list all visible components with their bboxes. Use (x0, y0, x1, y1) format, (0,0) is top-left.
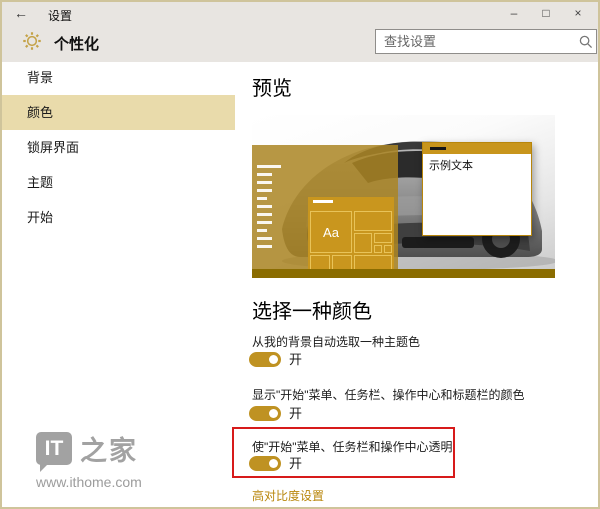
tile (384, 245, 392, 253)
window-title: 设置 (48, 7, 72, 24)
menu-line (257, 165, 281, 168)
tile (354, 233, 372, 253)
start-tiles-preview: Aa (308, 197, 394, 278)
toggle-transparency[interactable] (249, 456, 281, 471)
ithome-url: www.ithome.com (36, 474, 142, 490)
maximize-icon[interactable]: □ (530, 2, 562, 24)
tile (374, 245, 382, 253)
flyout-menu-dash (430, 147, 446, 150)
back-arrow-icon[interactable]: ← (14, 5, 28, 21)
settings-window: ← 设置 – □ × 个性化 (0, 0, 600, 509)
toggle-label-auto-accent: 从我的背景自动选取一种主题色 (252, 333, 420, 350)
window-chrome: ← 设置 – □ × 个性化 (2, 2, 598, 62)
aa-tile: Aa (310, 211, 352, 253)
toggle-label-show-color: 显示"开始"菜单、任务栏、操作中心和标题栏的颜色 (252, 386, 525, 403)
taskbar-preview (252, 269, 555, 278)
search-input[interactable] (375, 29, 597, 54)
high-contrast-settings-link[interactable]: 高对比度设置 (252, 487, 324, 504)
menu-line (257, 229, 267, 232)
sample-flyout-window: 示例文本 (422, 142, 532, 236)
menu-line (257, 205, 272, 208)
sidebar-item-start[interactable]: 开始 (2, 200, 235, 235)
toggle-state-transparency: 开 (289, 456, 302, 471)
start-menu-preview: Aa (252, 145, 398, 269)
sidebar-item-background[interactable]: 背景 (2, 60, 235, 95)
toggle-thumb (269, 355, 278, 364)
ithome-logo: IT 之家 (36, 429, 142, 468)
sidebar: 背景 颜色 锁屏界面 主题 开始 (2, 60, 235, 235)
ithome-logo-icon: IT (36, 432, 72, 465)
menu-line (257, 197, 267, 200)
tile (374, 233, 392, 243)
menu-line (257, 237, 272, 240)
toggle-auto-accent[interactable] (249, 352, 281, 367)
menu-line (257, 245, 272, 248)
menu-line (257, 221, 272, 224)
toggle-thumb (269, 409, 278, 418)
gear-icon (22, 31, 42, 56)
ithome-logo-text: 之家 (80, 429, 138, 468)
sidebar-item-themes[interactable]: 主题 (2, 165, 235, 200)
sidebar-item-colors[interactable]: 颜色 (2, 95, 235, 130)
menu-line (257, 173, 272, 176)
toggle-show-color[interactable] (249, 406, 281, 421)
accent-preview-image: Aa 示例文本 (252, 115, 555, 278)
ithome-watermark: IT 之家 www.ithome.com (36, 429, 142, 490)
menu-line (257, 189, 272, 192)
search-icon[interactable] (579, 35, 593, 54)
menu-line (257, 213, 272, 216)
choose-color-heading: 选择一种颜色 (252, 295, 372, 324)
window-controls: – □ × (498, 2, 594, 24)
menu-line (257, 181, 272, 184)
toggle-label-transparency: 使"开始"菜单、任务栏和操作中心透明 (252, 438, 453, 455)
toggle-state-auto-accent: 开 (289, 352, 302, 367)
page-title: 个性化 (54, 33, 99, 54)
tiles-header-dash (313, 200, 333, 203)
minimize-icon[interactable]: – (498, 2, 530, 24)
sidebar-item-lockscreen[interactable]: 锁屏界面 (2, 130, 235, 165)
toggle-thumb (269, 459, 278, 468)
sample-text: 示例文本 (423, 154, 531, 176)
toggle-state-show-color: 开 (289, 406, 302, 421)
flyout-titlebar (423, 143, 531, 154)
close-icon[interactable]: × (562, 2, 594, 24)
preview-heading: 预览 (252, 72, 292, 101)
tile (354, 211, 392, 231)
start-menu-app-list (257, 165, 281, 248)
